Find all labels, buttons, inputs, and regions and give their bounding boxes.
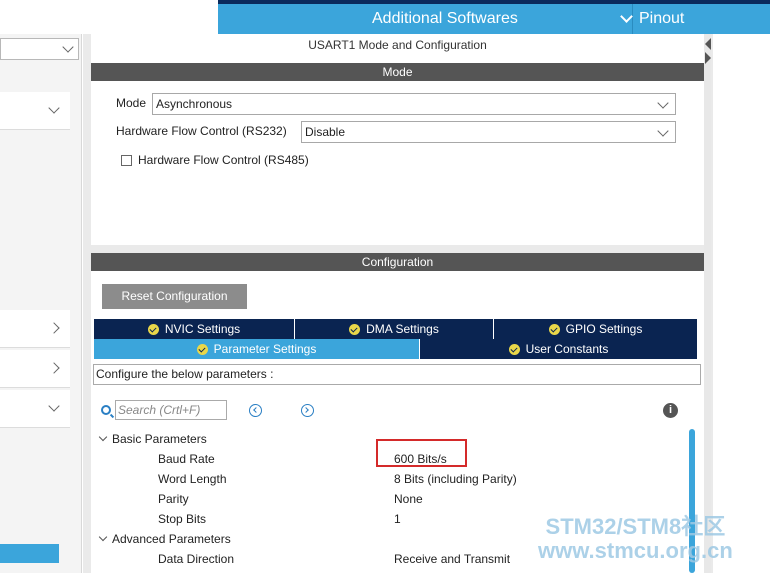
param-name: Data Direction — [158, 552, 235, 566]
chevron-down-icon — [657, 97, 669, 109]
additional-softwares-tab[interactable]: Additional Softwares — [372, 10, 518, 28]
hwfc-rs232-select[interactable]: Disable — [301, 121, 676, 143]
configure-instructions: Configure the below parameters : — [93, 364, 701, 385]
check-icon — [508, 343, 520, 355]
chevron-down-icon — [48, 400, 60, 412]
param-value-stop-bits[interactable]: 1 — [394, 512, 401, 526]
param-value-parity[interactable]: None — [394, 492, 423, 506]
basic-parameters-group[interactable]: Basic Parameters — [98, 432, 207, 446]
tab-label: GPIO Settings — [565, 322, 643, 336]
watermark: STM32/STM8社区 www.stmcu.org.cn — [538, 515, 733, 563]
chevron-right-icon — [303, 407, 309, 413]
tab-label: User Constants — [525, 342, 609, 356]
reset-configuration-button[interactable]: Reset Configuration — [102, 284, 247, 309]
tab-gpio-settings[interactable]: GPIO Settings — [494, 319, 698, 339]
param-name: Parity — [158, 492, 189, 506]
collapse-left-icon[interactable] — [705, 38, 711, 50]
pinout-menu[interactable]: Pinout — [620, 10, 685, 28]
group-label: Basic Parameters — [112, 432, 207, 446]
tab-label: Parameter Settings — [213, 342, 317, 356]
advanced-parameters-group[interactable]: Advanced Parameters — [98, 532, 231, 546]
chevron-down-icon — [48, 102, 60, 114]
search-bar: Search (Crtl+F) — [101, 400, 227, 420]
pinout-label: Pinout — [639, 10, 685, 27]
splitter-handle[interactable] — [704, 34, 711, 573]
param-name: Word Length — [158, 472, 227, 486]
search-input[interactable]: Search (Crtl+F) — [115, 400, 227, 420]
group-label: Advanced Parameters — [112, 532, 231, 546]
chevron-left-icon — [253, 407, 259, 413]
check-icon — [548, 323, 560, 335]
previous-match-button[interactable] — [249, 404, 262, 417]
left-section-3[interactable] — [0, 350, 70, 388]
section-divider — [91, 245, 704, 253]
usart-config-inner: USART1 Mode and Configuration Mode Mode … — [91, 34, 704, 573]
checkbox-box[interactable] — [121, 154, 132, 166]
tab-dma-settings[interactable]: DMA Settings — [295, 319, 494, 339]
tab-parameter-settings[interactable]: Parameter Settings — [94, 339, 420, 359]
search-icon — [101, 405, 111, 415]
mode-select[interactable]: Asynchronous — [152, 93, 676, 115]
tab-nvic-settings[interactable]: NVIC Settings — [94, 319, 295, 339]
left-section-2[interactable] — [0, 310, 70, 348]
hwfc-rs485-checkbox[interactable]: Hardware Flow Control (RS485) — [121, 153, 309, 167]
right-panel — [704, 34, 770, 573]
panel-title: USART1 Mode and Configuration — [308, 38, 487, 52]
configuration-header: Configuration — [91, 253, 704, 271]
tab-label: NVIC Settings — [164, 322, 241, 336]
check-icon — [196, 343, 208, 355]
mode-select-value: Asynchronous — [156, 97, 233, 111]
mode-label: Mode — [116, 96, 147, 110]
watermark-line2: www.stmcu.org.cn — [538, 538, 733, 563]
usart-config-panel: USART1 Mode and Configuration Mode Mode … — [83, 34, 713, 573]
tab-user-constants[interactable]: User Constants — [420, 339, 698, 359]
left-panel — [0, 34, 82, 573]
top-toolbar: Additional Softwares Pinout — [0, 0, 770, 36]
chevron-down-icon — [98, 432, 108, 442]
left-top-dropdown[interactable] — [0, 38, 79, 60]
check-icon — [147, 323, 159, 335]
hwfc-rs232-value: Disable — [305, 125, 346, 139]
param-name: Baud Rate — [158, 452, 215, 466]
left-section-1[interactable] — [0, 92, 70, 130]
param-value-data-direction[interactable]: Receive and Transmit — [394, 552, 510, 566]
check-icon — [349, 323, 361, 335]
param-name: Stop Bits — [158, 512, 207, 526]
hwfc-rs485-label: Hardware Flow Control (RS485) — [138, 153, 309, 167]
left-selected-item[interactable] — [0, 544, 59, 563]
chevron-right-icon — [48, 362, 60, 374]
watermark-line1: STM32/STM8社区 — [545, 514, 726, 539]
hwfc-rs232-label: Hardware Flow Control (RS232) — [116, 124, 287, 138]
next-match-button[interactable] — [301, 404, 314, 417]
left-section-4[interactable] — [0, 390, 70, 428]
chevron-down-icon — [657, 125, 669, 137]
param-value-word-length[interactable]: 8 Bits (including Parity) — [394, 472, 517, 486]
mode-header: Mode — [91, 63, 704, 81]
chevron-down-icon — [620, 10, 633, 23]
chevron-down-icon — [98, 532, 108, 542]
highlight-box — [376, 439, 467, 467]
collapse-right-icon[interactable] — [705, 52, 711, 64]
chevron-right-icon — [48, 322, 60, 334]
chevron-down-icon — [62, 41, 74, 53]
tab-label: DMA Settings — [366, 322, 439, 336]
info-icon[interactable]: i — [663, 403, 678, 418]
